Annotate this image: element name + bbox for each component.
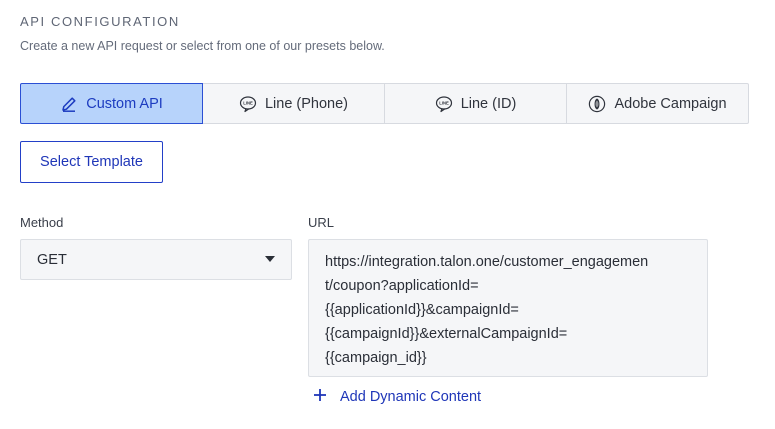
svg-text:LINE: LINE bbox=[243, 100, 253, 105]
preset-label: Adobe Campaign bbox=[614, 95, 727, 112]
line-logo-icon: LINE bbox=[239, 95, 257, 113]
url-line: {{campaign_id}} bbox=[325, 350, 427, 366]
preset-adobe-campaign[interactable]: Adobe Campaign bbox=[566, 83, 749, 124]
preset-line-phone[interactable]: LINE Line (Phone) bbox=[202, 83, 385, 124]
method-select[interactable]: GET bbox=[20, 239, 292, 280]
preset-custom-api[interactable]: Custom API bbox=[20, 83, 203, 124]
url-line: t/coupon?applicationId= bbox=[325, 278, 479, 294]
adobe-campaign-icon bbox=[588, 95, 606, 113]
url-line: https://integration.talon.one/customer_e… bbox=[325, 254, 649, 270]
url-textarea[interactable]: https://integration.talon.one/customer_e… bbox=[308, 239, 708, 377]
caret-down-icon bbox=[265, 256, 275, 262]
preset-label: Line (ID) bbox=[460, 95, 517, 112]
preset-label: Custom API bbox=[86, 95, 163, 112]
add-dynamic-content-label: Add Dynamic Content bbox=[340, 389, 482, 405]
section-subtitle: Create a new API request or select from … bbox=[20, 39, 385, 53]
pencil-icon bbox=[60, 95, 78, 113]
preset-tabs: Custom API LINE Line (Phone) LINE Line (… bbox=[20, 83, 749, 124]
add-dynamic-content-button[interactable]: Add Dynamic Content bbox=[312, 386, 481, 408]
line-logo-icon: LINE bbox=[435, 95, 453, 113]
method-value: GET bbox=[37, 251, 67, 268]
method-label: Method bbox=[20, 215, 64, 230]
preset-line-id[interactable]: LINE Line (ID) bbox=[384, 83, 567, 124]
preset-label: Line (Phone) bbox=[264, 95, 349, 112]
url-label: URL bbox=[308, 215, 335, 230]
url-line: {{campaignId}}&externalCampaignId= bbox=[325, 326, 568, 342]
url-line: {{applicationId}}&campaignId= bbox=[325, 302, 519, 318]
select-template-button[interactable]: Select Template bbox=[20, 141, 163, 183]
section-title: API CONFIGURATION bbox=[20, 14, 180, 29]
svg-text:LINE: LINE bbox=[439, 100, 449, 105]
plus-icon bbox=[312, 387, 328, 407]
